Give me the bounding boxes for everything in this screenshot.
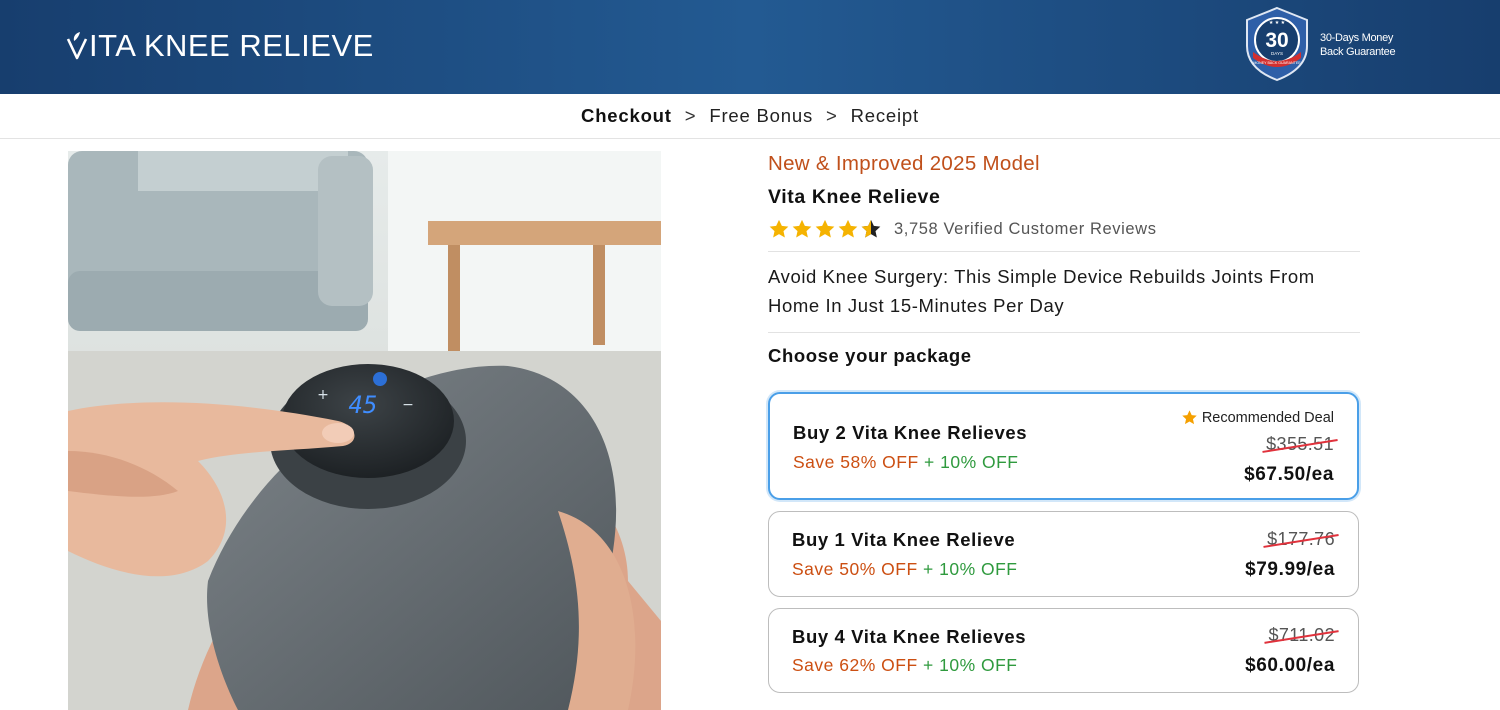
badge-ribbon: MONEY BACK GUARANTEE [1253, 61, 1301, 65]
star-rating [768, 218, 882, 240]
package-price: $60.00/ea [1245, 655, 1335, 676]
product-headline: Avoid Knee Surgery: This Simple Device R… [768, 262, 1360, 320]
package-savings: Save 62% OFF + 10% OFF [792, 655, 1017, 676]
guarantee-line-2: Back Guarantee [1320, 46, 1396, 58]
svg-text:★ ★ ★: ★ ★ ★ [1269, 20, 1286, 26]
device-display: 45 [349, 391, 378, 419]
divider [768, 251, 1360, 252]
package-price: $67.50/ea [1244, 464, 1334, 485]
model-label: New & Improved 2025 Model [768, 152, 1040, 175]
package-option-buy-4[interactable]: Buy 4 Vita Knee Relieves Save 62% OFF + … [768, 608, 1359, 693]
star-icon [838, 219, 858, 238]
package-price: $79.99/ea [1245, 559, 1335, 580]
savings-extra: + 10% OFF [923, 655, 1018, 675]
guarantee-text: 30-Days Money Back Guarantee [1320, 31, 1400, 59]
logo-text: ITA KNEE RELIEVE [89, 28, 374, 63]
money-back-badge-icon: ★ ★ ★ 30 DAYS MONEY BACK GUARANTEE [1246, 6, 1308, 82]
rating-row[interactable]: 3,758 Verified Customer Reviews [768, 218, 1360, 240]
original-price: $355.51 [1262, 434, 1338, 455]
savings-primary: Save 58% OFF [793, 452, 919, 472]
site-header: ITA KNEE RELIEVE ★ ★ ★ 30 DAYS MONEY BAC… [0, 0, 1500, 94]
star-icon [815, 219, 835, 238]
badge-days: DAYS [1271, 51, 1283, 56]
package-savings: Save 58% OFF + 10% OFF [793, 452, 1018, 473]
product-name: Vita Knee Relieve [768, 186, 941, 208]
review-count[interactable]: 3,758 Verified Customer Reviews [894, 220, 1157, 239]
knee-device-photo: 45 + − [68, 151, 661, 710]
breadcrumb-separator: > [826, 105, 838, 126]
divider [768, 332, 1360, 333]
package-title: Buy 2 Vita Knee Relieves [793, 422, 1028, 443]
savings-primary: Save 62% OFF [792, 655, 918, 675]
star-icon [769, 219, 789, 238]
package-savings: Save 50% OFF + 10% OFF [792, 559, 1017, 580]
guarantee-line-1: 30-Days Money [1320, 32, 1394, 44]
breadcrumb-checkout[interactable]: Checkout [581, 105, 672, 127]
recommended-badge: Recommended Deal [1181, 409, 1334, 426]
checkout-breadcrumb: Checkout > Free Bonus > Receipt [0, 94, 1500, 139]
breadcrumb-receipt[interactable]: Receipt [851, 105, 919, 127]
badge-number: 30 [1265, 29, 1288, 52]
savings-extra: + 10% OFF [923, 559, 1018, 579]
logo-v-leaf-icon [66, 32, 88, 60]
original-price: $711.02 [1264, 625, 1339, 646]
choose-package-label: Choose your package [768, 345, 972, 366]
product-details: New & Improved 2025 Model Vita Knee Reli… [768, 150, 1360, 693]
savings-extra: + 10% OFF [924, 452, 1019, 472]
half-star-icon [861, 219, 881, 238]
breadcrumb-free-bonus[interactable]: Free Bonus [709, 105, 813, 127]
star-icon [792, 219, 812, 238]
product-image: 45 + − [68, 151, 661, 710]
device-plus: + [317, 387, 329, 403]
breadcrumb-separator: > [684, 105, 697, 126]
package-option-buy-2[interactable]: Recommended Deal Buy 2 Vita Knee Relieve… [768, 392, 1359, 500]
device-minus: − [402, 397, 414, 413]
original-price: $177.76 [1263, 529, 1339, 550]
headline-line-2: Home In Just 15-Minutes Per Day [768, 295, 1065, 316]
headline-line-1: Avoid Knee Surgery: This Simple Device R… [768, 266, 1315, 287]
package-option-buy-1[interactable]: Buy 1 Vita Knee Relieve Save 50% OFF + 1… [768, 511, 1359, 597]
star-icon [1182, 410, 1197, 425]
package-title: Buy 1 Vita Knee Relieve [792, 529, 1016, 550]
savings-primary: Save 50% OFF [792, 559, 918, 579]
recommended-label: Recommended Deal [1201, 409, 1334, 426]
brand-logo[interactable]: ITA KNEE RELIEVE [66, 28, 374, 64]
package-title: Buy 4 Vita Knee Relieves [792, 626, 1027, 647]
